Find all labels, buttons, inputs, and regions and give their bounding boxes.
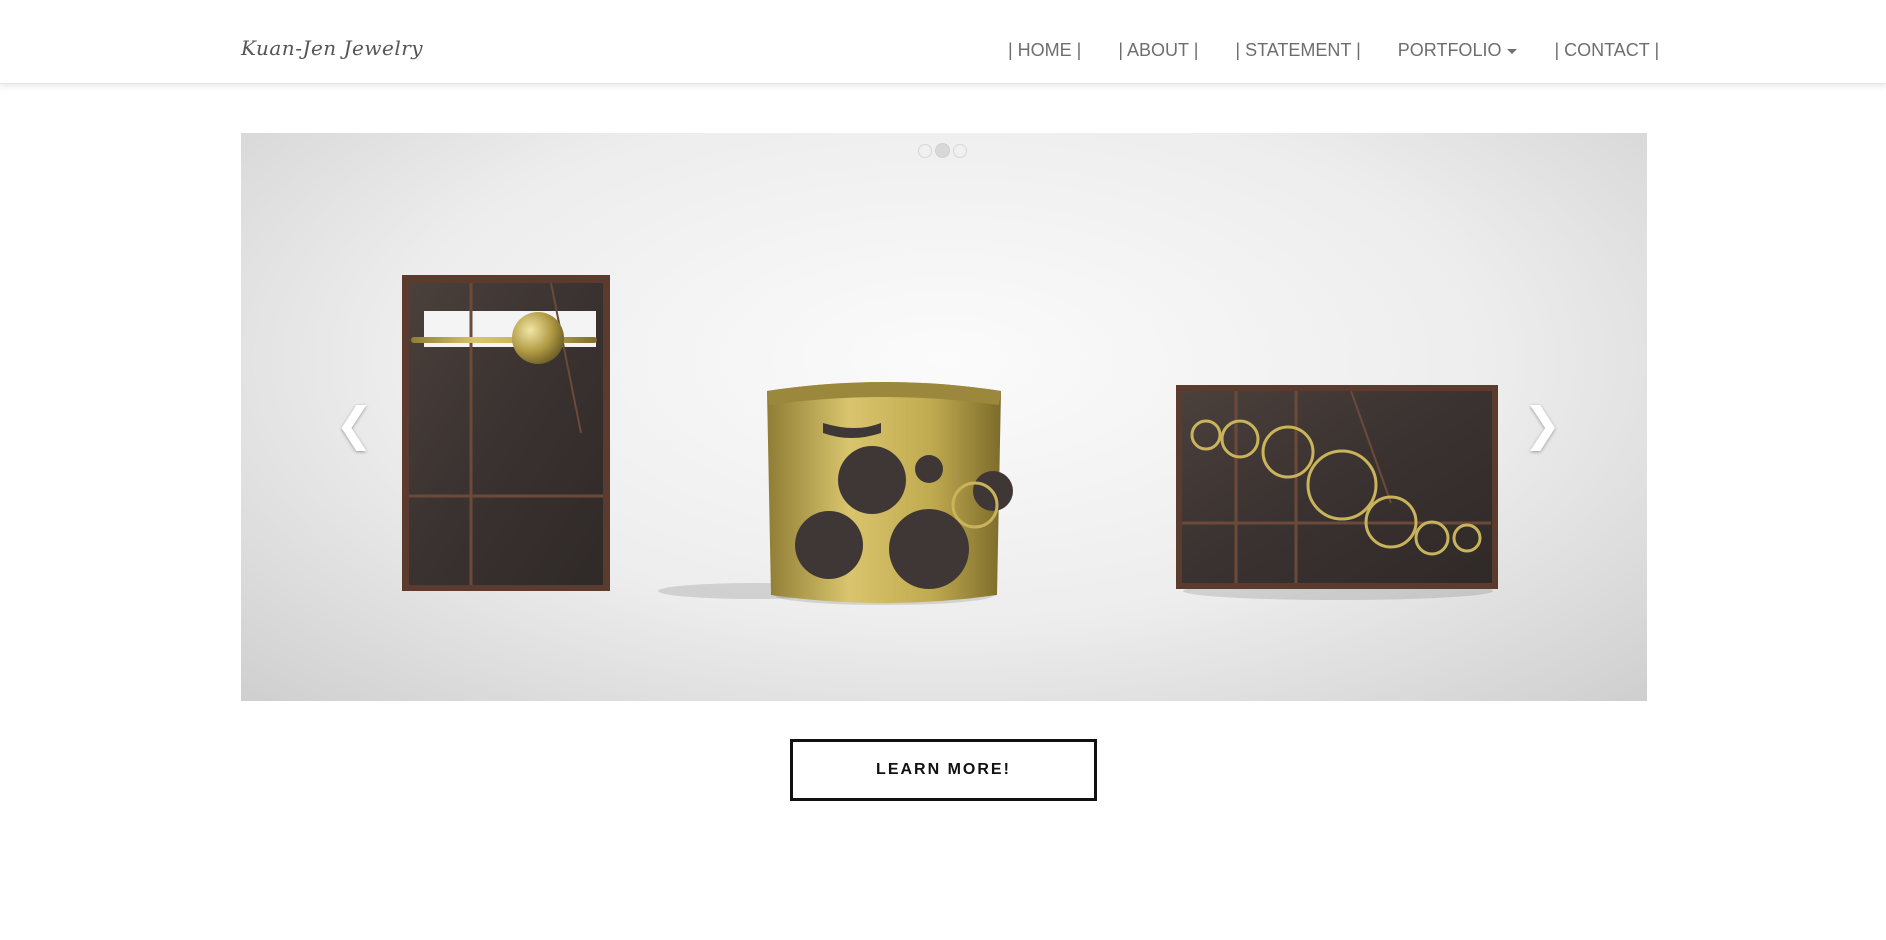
nav-home[interactable]: | HOME | xyxy=(1008,40,1081,61)
nav-statement[interactable]: | STATEMENT | xyxy=(1235,40,1360,61)
carousel-indicators xyxy=(918,143,967,158)
chevron-right-icon[interactable]: ❯ xyxy=(1523,401,1562,447)
nav-contact-label: | CONTACT | xyxy=(1554,40,1660,60)
carousel-indicator-3[interactable] xyxy=(953,143,967,158)
main-nav: | HOME | | ABOUT | | STATEMENT | PORTFOL… xyxy=(1008,40,1659,61)
carousel-indicator-1[interactable] xyxy=(918,143,932,158)
nav-portfolio-label: PORTFOLIO xyxy=(1397,40,1502,60)
jewelry-piece-brass-cuff xyxy=(767,382,1013,605)
nav-about[interactable]: | ABOUT | xyxy=(1118,40,1198,61)
hero-carousel: ❮ ❯ xyxy=(241,133,1647,701)
jewelry-piece-box-horizontal xyxy=(1176,385,1498,600)
learn-more-button[interactable]: LEARN MORE! xyxy=(790,739,1097,801)
navbar: Kuan-Jen Jewelry | HOME | | ABOUT | | ST… xyxy=(0,0,1886,84)
jewelry-photo xyxy=(402,275,1498,605)
nav-portfolio-dropdown[interactable]: PORTFOLIO xyxy=(1398,40,1518,61)
nav-contact[interactable]: | CONTACT | xyxy=(1554,40,1659,61)
nav-statement-label: | STATEMENT | xyxy=(1235,40,1361,60)
carousel-indicator-2[interactable] xyxy=(935,143,950,158)
caret-down-icon xyxy=(1507,49,1518,54)
chevron-left-icon[interactable]: ❮ xyxy=(335,401,374,447)
nav-about-label: | ABOUT | xyxy=(1118,40,1199,60)
brand-logo[interactable]: Kuan-Jen Jewelry xyxy=(241,36,423,60)
nav-home-label: | HOME | xyxy=(1008,40,1082,60)
